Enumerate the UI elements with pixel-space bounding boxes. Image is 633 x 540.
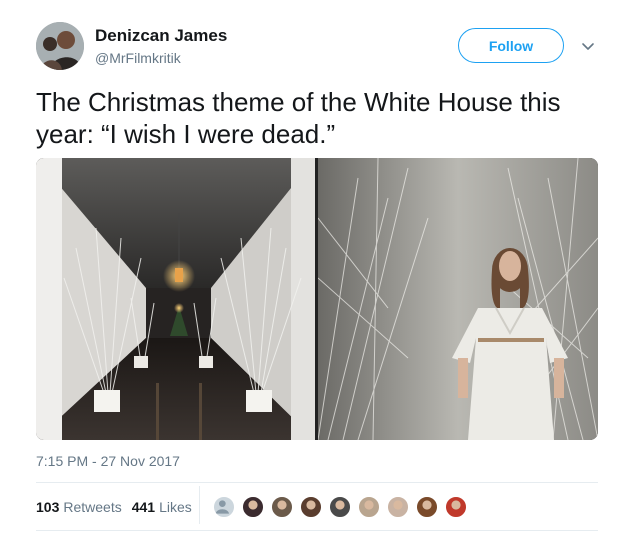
melania-photo[interactable] xyxy=(318,158,598,440)
retweets-count[interactable]: 103 xyxy=(36,499,59,515)
liker-avatar[interactable] xyxy=(415,495,439,519)
liker-avatar[interactable] xyxy=(270,495,294,519)
default-avatar-icon[interactable] xyxy=(212,495,236,519)
liker-avatar[interactable] xyxy=(386,495,410,519)
likes-label[interactable]: Likes xyxy=(159,499,192,515)
liker-avatar[interactable] xyxy=(299,495,323,519)
tweet-stats: 103 Retweets 441 Likes xyxy=(36,498,192,516)
follow-button[interactable]: Follow xyxy=(458,28,564,63)
liker-avatar[interactable] xyxy=(328,495,352,519)
chevron-down-icon[interactable] xyxy=(580,38,596,54)
tweet-header: Denizcan James @MrFilmkritik Follow xyxy=(36,20,601,76)
tweet-text: The Christmas theme of the White House t… xyxy=(36,87,561,149)
retweets-label[interactable]: Retweets xyxy=(63,499,121,515)
liker-avatar[interactable] xyxy=(444,495,468,519)
author-handle[interactable]: @MrFilmkritik xyxy=(95,50,181,66)
divider xyxy=(36,482,598,483)
divider xyxy=(36,530,598,531)
tweet-timestamp[interactable]: 7:15 PM - 27 Nov 2017 xyxy=(36,453,180,469)
hallway-photo[interactable] xyxy=(36,158,315,440)
likes-count[interactable]: 441 xyxy=(132,499,155,515)
liker-avatar[interactable] xyxy=(357,495,381,519)
liker-avatar[interactable] xyxy=(241,495,265,519)
tweet-media[interactable] xyxy=(36,158,598,440)
author-name[interactable]: Denizcan James xyxy=(95,26,227,46)
stats-separator xyxy=(199,486,200,524)
author-avatar[interactable] xyxy=(36,22,84,70)
